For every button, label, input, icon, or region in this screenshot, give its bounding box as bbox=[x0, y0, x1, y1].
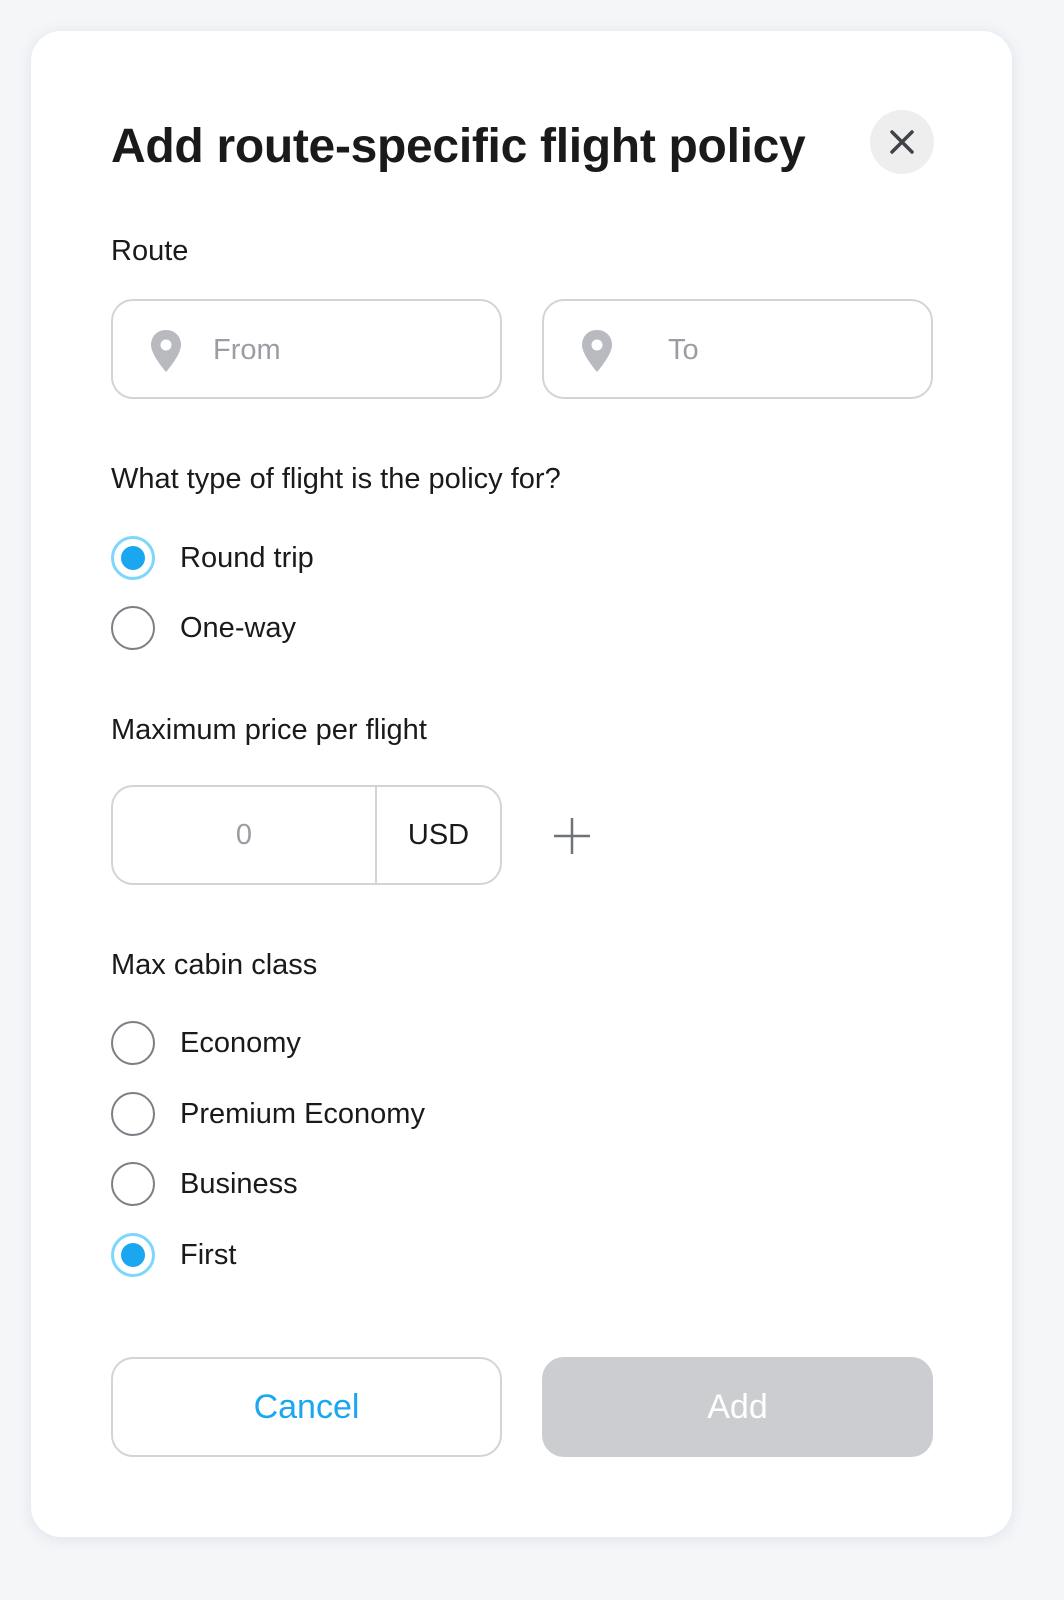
location-pin-icon bbox=[151, 330, 181, 372]
radio-label: Business bbox=[180, 1168, 298, 1200]
from-field[interactable]: From bbox=[111, 299, 502, 399]
currency-select[interactable]: USD bbox=[377, 787, 500, 883]
flight-type-label: What type of flight is the policy for? bbox=[111, 463, 561, 495]
from-placeholder: From bbox=[213, 334, 281, 366]
radio-button[interactable] bbox=[111, 1162, 155, 1206]
radio-label: First bbox=[180, 1239, 237, 1271]
price-input[interactable]: 0 bbox=[113, 787, 377, 883]
price-input-group: 0 USD bbox=[111, 785, 502, 885]
radio-label: Round trip bbox=[180, 542, 314, 574]
plus-icon[interactable] bbox=[552, 816, 592, 856]
radio-first[interactable]: First bbox=[111, 1233, 236, 1277]
radio-button[interactable] bbox=[111, 606, 155, 650]
to-placeholder: To bbox=[668, 334, 699, 366]
radio-button[interactable] bbox=[111, 1092, 155, 1136]
radio-button[interactable] bbox=[111, 1021, 155, 1065]
dialog-title: Add route-specific flight policy bbox=[111, 120, 806, 173]
radio-button-checked[interactable] bbox=[111, 1233, 155, 1277]
radio-economy[interactable]: Economy bbox=[111, 1021, 301, 1065]
cancel-button[interactable]: Cancel bbox=[111, 1357, 502, 1457]
add-flight-policy-dialog: Add route-specific flight policy Route F… bbox=[31, 31, 1012, 1537]
to-field[interactable]: To bbox=[542, 299, 933, 399]
add-button[interactable]: Add bbox=[542, 1357, 933, 1457]
close-icon bbox=[890, 130, 914, 154]
location-pin-icon bbox=[582, 330, 612, 372]
radio-business[interactable]: Business bbox=[111, 1162, 298, 1206]
radio-label: Economy bbox=[180, 1027, 301, 1059]
radio-one-way[interactable]: One-way bbox=[111, 606, 296, 650]
max-price-label: Maximum price per flight bbox=[111, 714, 427, 746]
close-button[interactable] bbox=[870, 110, 934, 174]
radio-premium-economy[interactable]: Premium Economy bbox=[111, 1092, 425, 1136]
radio-label: One-way bbox=[180, 612, 297, 644]
route-label: Route bbox=[111, 235, 189, 267]
radio-round-trip[interactable]: Round trip bbox=[111, 536, 314, 580]
radio-label: Premium Economy bbox=[180, 1098, 425, 1130]
cabin-class-label: Max cabin class bbox=[111, 949, 318, 981]
radio-button-checked[interactable] bbox=[111, 536, 155, 580]
